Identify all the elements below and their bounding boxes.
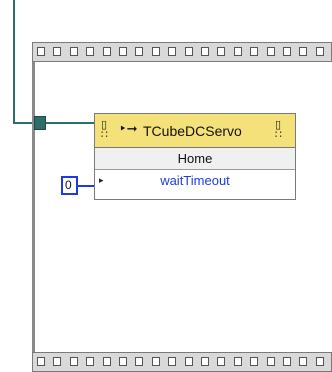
film-hole <box>217 47 226 56</box>
film-hole <box>151 357 160 366</box>
numeric-constant[interactable]: 0 <box>61 176 78 195</box>
film-hole <box>168 47 177 56</box>
film-hole <box>201 357 209 366</box>
tunnel-terminal[interactable] <box>34 116 46 130</box>
film-hole <box>119 47 127 56</box>
film-hole <box>135 357 144 366</box>
film-hole <box>233 357 242 366</box>
reference-out-icon: ▯ ∷ <box>275 118 282 141</box>
film-hole <box>233 47 242 56</box>
invoke-arrow-icon: ‣➞ <box>119 122 138 137</box>
film-hole <box>250 47 259 56</box>
film-hole <box>315 47 324 56</box>
film-hole <box>217 357 226 366</box>
invoke-node-header[interactable]: ▯ ∷ ‣➞ TCubeDCServo ▯ ∷ <box>95 114 295 148</box>
film-hole <box>135 47 144 56</box>
class-name-label: TCubeDCServo <box>143 123 242 139</box>
film-hole <box>299 357 308 366</box>
film-hole <box>250 357 259 366</box>
film-hole <box>315 357 324 366</box>
film-hole <box>283 357 291 366</box>
film-hole <box>184 47 193 56</box>
film-hole <box>299 47 308 56</box>
parameter-name: waitTimeout <box>160 173 230 188</box>
method-name-row[interactable]: Home <box>95 148 295 170</box>
film-hole <box>184 357 193 366</box>
parameter-row[interactable]: ▸ waitTimeout <box>95 170 295 192</box>
reference-wire-vertical[interactable] <box>13 0 15 124</box>
film-hole <box>283 47 291 56</box>
invoke-node[interactable]: ▯ ∷ ‣➞ TCubeDCServo ▯ ∷ Home ▸ waitTimeout <box>94 113 296 200</box>
film-hole <box>168 357 177 366</box>
film-hole <box>37 357 45 366</box>
film-holes <box>37 357 331 367</box>
reference-in-icon: ▯ ∷ <box>101 118 108 141</box>
film-hole <box>37 47 45 56</box>
frame-bottom-border <box>32 352 332 372</box>
film-hole <box>69 357 78 366</box>
film-hole <box>102 357 111 366</box>
film-hole <box>151 47 160 56</box>
film-hole <box>119 357 127 366</box>
reference-wire-inner[interactable] <box>46 122 94 124</box>
film-hole <box>266 47 275 56</box>
film-hole <box>102 47 111 56</box>
film-hole <box>86 357 95 366</box>
frame-top-border <box>32 42 332 62</box>
parameter-input-arrow-icon: ▸ <box>99 175 104 185</box>
film-hole <box>86 47 95 56</box>
film-hole <box>201 47 209 56</box>
film-hole <box>53 47 62 56</box>
film-holes <box>37 47 331 57</box>
integer-wire[interactable] <box>78 185 94 187</box>
sequence-frame[interactable] <box>32 42 332 372</box>
film-hole <box>53 357 62 366</box>
film-hole <box>266 357 275 366</box>
film-hole <box>69 47 78 56</box>
